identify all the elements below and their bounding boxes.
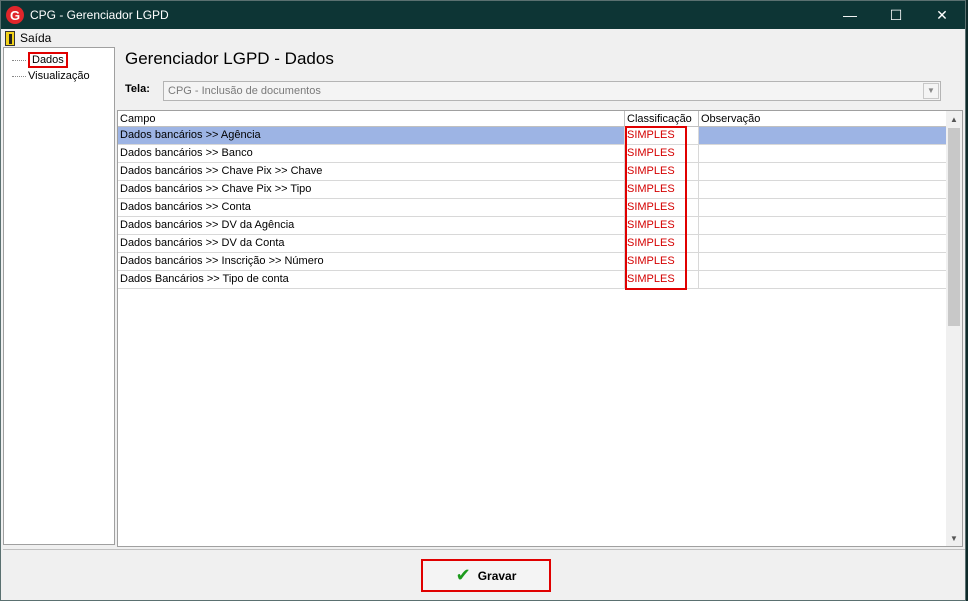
table-row[interactable]: Dados bancários >> Agência SIMPLES bbox=[118, 127, 962, 145]
cell-classificacao[interactable]: SIMPLES bbox=[625, 163, 699, 180]
save-button-label: Gravar bbox=[477, 568, 517, 583]
vertical-scrollbar[interactable]: ▲ ▼ bbox=[946, 111, 962, 546]
cell-campo[interactable]: Dados bancários >> Inscrição >> Número bbox=[118, 253, 625, 270]
cell-campo[interactable]: Dados bancários >> Conta bbox=[118, 199, 625, 216]
cell-observacao[interactable] bbox=[699, 163, 949, 180]
tela-label: Tela: bbox=[125, 83, 150, 95]
fields-grid: Campo Classificação Observação Dados ban… bbox=[117, 110, 963, 547]
grid-header: Campo Classificação Observação bbox=[118, 111, 962, 127]
cell-campo[interactable]: Dados bancários >> DV da Conta bbox=[118, 235, 625, 252]
cell-observacao[interactable] bbox=[699, 253, 949, 270]
cell-observacao[interactable] bbox=[699, 145, 949, 162]
window-title: CPG - Gerenciador LGPD bbox=[30, 8, 169, 22]
window-controls: — ☐ ✕ bbox=[827, 1, 965, 29]
exit-door-icon bbox=[5, 30, 15, 46]
cell-classificacao[interactable]: SIMPLES bbox=[625, 235, 699, 252]
cell-observacao[interactable] bbox=[699, 217, 949, 234]
scroll-up-icon[interactable]: ▲ bbox=[946, 111, 962, 127]
menu-exit[interactable]: Saída bbox=[5, 30, 52, 46]
tree-item-dados[interactable]: Dados bbox=[12, 52, 68, 68]
save-button[interactable]: ✔ Gravar bbox=[421, 559, 551, 592]
cell-campo[interactable]: Dados Bancários >> Tipo de conta bbox=[118, 271, 625, 288]
check-icon: ✔ bbox=[455, 565, 471, 585]
cell-observacao[interactable] bbox=[699, 271, 949, 288]
action-bar: ✔ Gravar bbox=[3, 549, 965, 599]
table-row[interactable]: Dados bancários >> DV da Conta SIMPLES bbox=[118, 235, 962, 253]
scrollbar-thumb[interactable] bbox=[948, 128, 960, 326]
tree-item-label: Dados bbox=[28, 52, 68, 68]
tree-connector bbox=[12, 75, 26, 77]
app-logo-icon: G bbox=[6, 6, 24, 24]
cell-campo[interactable]: Dados bancários >> Chave Pix >> Tipo bbox=[118, 181, 625, 198]
scroll-down-icon[interactable]: ▼ bbox=[946, 530, 962, 546]
chevron-down-icon[interactable]: ▼ bbox=[923, 83, 939, 99]
column-header-campo[interactable]: Campo bbox=[118, 111, 625, 127]
main-window: G CPG - Gerenciador LGPD — ☐ ✕ Saída Dad… bbox=[0, 0, 966, 601]
table-row[interactable]: Dados bancários >> Banco SIMPLES bbox=[118, 145, 962, 163]
content-panel: Gerenciador LGPD - Dados Tela: CPG - Inc… bbox=[117, 47, 965, 547]
cell-classificacao[interactable]: SIMPLES bbox=[625, 271, 699, 288]
close-button[interactable]: ✕ bbox=[919, 1, 965, 29]
cell-campo[interactable]: Dados bancários >> Chave Pix >> Chave bbox=[118, 163, 625, 180]
table-row[interactable]: Dados bancários >> Inscrição >> Número S… bbox=[118, 253, 962, 271]
tela-select[interactable]: CPG - Inclusão de documentos ▼ bbox=[163, 81, 941, 101]
table-row[interactable]: Dados bancários >> Chave Pix >> Chave SI… bbox=[118, 163, 962, 181]
tree-connector bbox=[12, 59, 26, 61]
table-row[interactable]: Dados Bancários >> Tipo de conta SIMPLES bbox=[118, 271, 962, 289]
cell-classificacao[interactable]: SIMPLES bbox=[625, 145, 699, 162]
table-row[interactable]: Dados bancários >> Conta SIMPLES bbox=[118, 199, 962, 217]
cell-campo[interactable]: Dados bancários >> Agência bbox=[118, 127, 625, 144]
page-title: Gerenciador LGPD - Dados bbox=[125, 49, 334, 68]
table-row[interactable]: Dados bancários >> DV da Agência SIMPLES bbox=[118, 217, 962, 235]
cell-campo[interactable]: Dados bancários >> DV da Agência bbox=[118, 217, 625, 234]
menu-exit-label: Saída bbox=[20, 31, 52, 45]
cell-observacao[interactable] bbox=[699, 181, 949, 198]
tree-item-label: Visualização bbox=[28, 70, 90, 82]
column-header-classificacao[interactable]: Classificação bbox=[625, 111, 699, 127]
cell-classificacao[interactable]: SIMPLES bbox=[625, 217, 699, 234]
tela-select-value: CPG - Inclusão de documentos bbox=[168, 85, 321, 97]
navigation-tree: Dados Visualização bbox=[3, 47, 115, 545]
cell-classificacao[interactable]: SIMPLES bbox=[625, 253, 699, 270]
cell-classificacao[interactable]: SIMPLES bbox=[625, 127, 699, 144]
cell-observacao[interactable] bbox=[699, 127, 949, 144]
table-row[interactable]: Dados bancários >> Chave Pix >> Tipo SIM… bbox=[118, 181, 962, 199]
cell-classificacao[interactable]: SIMPLES bbox=[625, 181, 699, 198]
cell-observacao[interactable] bbox=[699, 235, 949, 252]
maximize-button[interactable]: ☐ bbox=[873, 1, 919, 29]
tree-item-visualizacao[interactable]: Visualização bbox=[12, 70, 90, 82]
cell-campo[interactable]: Dados bancários >> Banco bbox=[118, 145, 625, 162]
cell-classificacao[interactable]: SIMPLES bbox=[625, 199, 699, 216]
column-header-observacao[interactable]: Observação bbox=[699, 111, 949, 127]
minimize-button[interactable]: — bbox=[827, 1, 873, 29]
menu-bar: Saída bbox=[1, 29, 965, 47]
cell-observacao[interactable] bbox=[699, 199, 949, 216]
title-bar[interactable]: G CPG - Gerenciador LGPD — ☐ ✕ bbox=[1, 1, 965, 29]
